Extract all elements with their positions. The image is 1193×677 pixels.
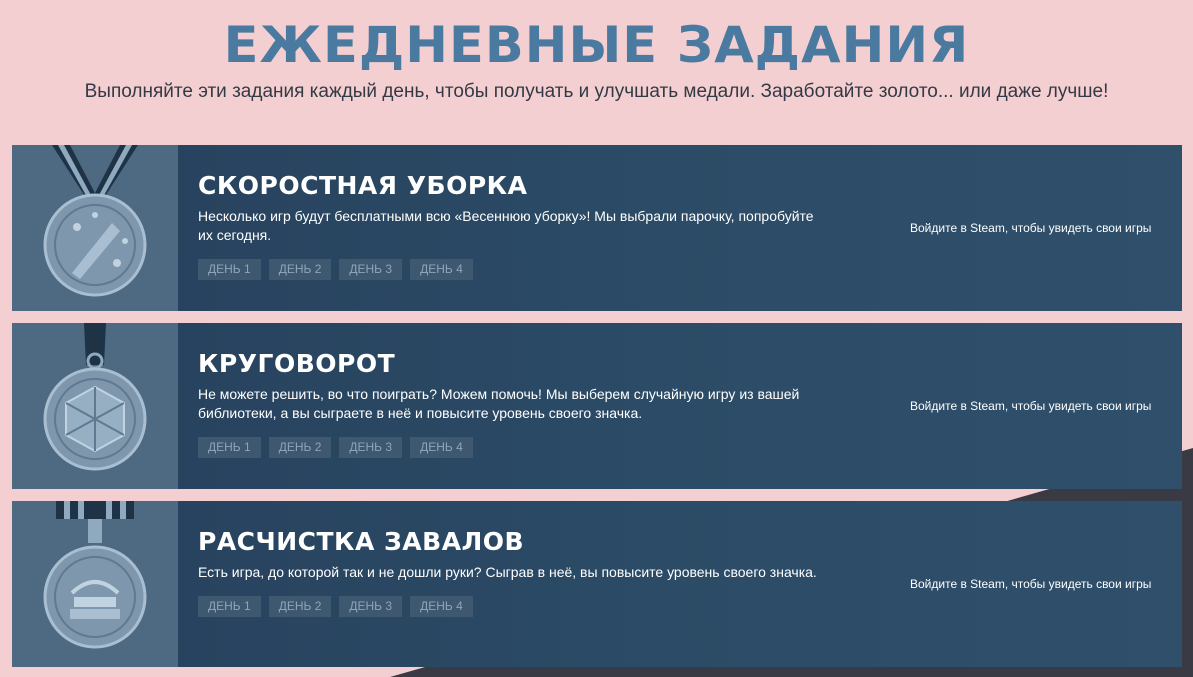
day-3-button[interactable]: ДЕНЬ 3 xyxy=(339,259,403,280)
medal-panel xyxy=(12,145,178,311)
medal-panel xyxy=(12,323,178,489)
steam-login-link[interactable]: Войдите в Steam, чтобы увидеть свои игры xyxy=(910,577,1151,591)
book-stack-medal-icon xyxy=(43,501,147,649)
quest-card: РАСЧИСТКА ЗАВАЛОВ Есть игра, до которой … xyxy=(12,501,1182,667)
page-header: ЕЖЕДНЕВНЫЕ ЗАДАНИЯ Выполняйте эти задани… xyxy=(0,0,1193,104)
day-1-button[interactable]: ДЕНЬ 1 xyxy=(198,259,261,280)
quest-description: Не можете решить, во что поиграть? Можем… xyxy=(198,386,800,421)
dice-medal-icon xyxy=(43,323,147,471)
steam-login-link[interactable]: Войдите в Steam, чтобы увидеть свои игры xyxy=(910,221,1151,235)
quest-title: РАСЧИСТКА ЗАВАЛОВ xyxy=(198,527,525,556)
quest-description: Несколько игр будут бесплатными всю «Вес… xyxy=(198,208,814,243)
rocket-star-medal-icon xyxy=(43,145,147,297)
day-4-button[interactable]: ДЕНЬ 4 xyxy=(410,259,473,280)
day-1-button[interactable]: ДЕНЬ 1 xyxy=(198,596,261,617)
day-1-button[interactable]: ДЕНЬ 1 xyxy=(198,437,261,458)
quest-content: РАСЧИСТКА ЗАВАЛОВ Есть игра, до которой … xyxy=(178,501,848,667)
page-title: ЕЖЕДНЕВНЫЕ ЗАДАНИЯ xyxy=(223,16,970,74)
quest-title: СКОРОСТНАЯ УБОРКА xyxy=(198,171,528,200)
quest-card: СКОРОСТНАЯ УБОРКА Несколько игр будут бе… xyxy=(12,145,1182,311)
day-3-button[interactable]: ДЕНЬ 3 xyxy=(339,437,403,458)
day-list: ДЕНЬ 1 ДЕНЬ 2 ДЕНЬ 3 ДЕНЬ 4 xyxy=(198,437,848,458)
quest-description: Есть игра, до которой так и не дошли рук… xyxy=(198,564,817,580)
day-list: ДЕНЬ 1 ДЕНЬ 2 ДЕНЬ 3 ДЕНЬ 4 xyxy=(198,596,848,617)
day-2-button[interactable]: ДЕНЬ 2 xyxy=(268,596,332,617)
day-list: ДЕНЬ 1 ДЕНЬ 2 ДЕНЬ 3 ДЕНЬ 4 xyxy=(198,259,848,280)
day-2-button[interactable]: ДЕНЬ 2 xyxy=(268,437,332,458)
quest-card: КРУГОВОРОТ Не можете решить, во что поиг… xyxy=(12,323,1182,489)
page-subtitle: Выполняйте эти задания каждый день, чтоб… xyxy=(84,81,1109,102)
steam-login-link[interactable]: Войдите в Steam, чтобы увидеть свои игры xyxy=(910,399,1151,413)
quest-content: СКОРОСТНАЯ УБОРКА Несколько игр будут бе… xyxy=(178,145,848,311)
day-2-button[interactable]: ДЕНЬ 2 xyxy=(268,259,332,280)
day-4-button[interactable]: ДЕНЬ 4 xyxy=(410,437,473,458)
quest-title: КРУГОВОРОТ xyxy=(198,349,396,378)
day-4-button[interactable]: ДЕНЬ 4 xyxy=(410,596,473,617)
day-3-button[interactable]: ДЕНЬ 3 xyxy=(339,596,403,617)
medal-panel xyxy=(12,501,178,667)
quest-content: КРУГОВОРОТ Не можете решить, во что поиг… xyxy=(178,323,848,489)
